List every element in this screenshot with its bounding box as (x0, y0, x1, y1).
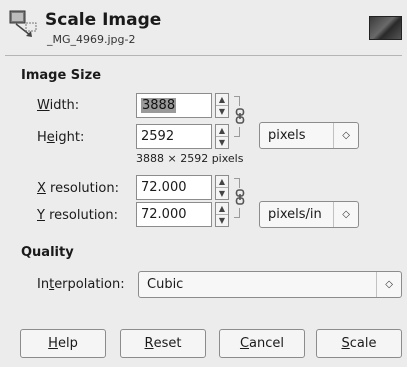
scale-image-icon (8, 8, 38, 38)
reset-mnemonic: R (144, 336, 154, 351)
y-resolution-spinner[interactable]: ▲ ▼ (215, 202, 229, 227)
dialog-title: Scale Image (45, 10, 162, 30)
image-name: _MG_4969.jpg-2 (47, 33, 136, 46)
combo-arrow-icon: ◇ (333, 202, 350, 227)
interp-label-rest: erpolation: (54, 277, 125, 292)
height-label-mnemonic: e (46, 130, 55, 145)
image-size-heading: Image Size (21, 68, 102, 83)
width-spinner[interactable]: ▲ ▼ (215, 93, 229, 118)
resolution-unit-value: pixels/in (268, 207, 322, 222)
size-in-pixels-note: 3888 × 2592 pixels (136, 152, 244, 165)
reset-button[interactable]: Reset (120, 329, 206, 358)
header-divider (5, 55, 402, 56)
x-resolution-spinner[interactable]: ▲ ▼ (215, 175, 229, 200)
yres-value: 72.000 (141, 207, 187, 222)
chain-bracket-top (234, 178, 240, 188)
chain-bracket-bottom (234, 127, 240, 137)
scale-label-rest: cale (349, 336, 377, 351)
spin-down-icon[interactable]: ▼ (216, 137, 228, 148)
cancel-mnemonic: C (239, 336, 250, 351)
xres-value: 72.000 (141, 180, 187, 195)
combo-arrow-icon: ◇ (333, 123, 350, 148)
xres-label-rest: resolution: (45, 181, 119, 196)
scale-mnemonic: S (341, 336, 350, 351)
spin-down-icon[interactable]: ▼ (216, 106, 228, 117)
spin-down-icon[interactable]: ▼ (216, 215, 228, 226)
cancel-button[interactable]: Cancel (219, 329, 305, 358)
chain-bracket-top (234, 96, 240, 106)
yres-mnemonic: Y (37, 208, 45, 223)
height-spinner[interactable]: ▲ ▼ (215, 124, 229, 149)
yres-label-rest: resolution: (44, 208, 119, 223)
spin-up-icon[interactable]: ▲ (216, 203, 228, 215)
interpolation-label: Interpolation: (37, 277, 125, 292)
interpolation-value: Cubic (147, 277, 184, 292)
xres-mnemonic: X (37, 181, 46, 196)
help-button[interactable]: Help (20, 329, 106, 358)
y-resolution-field[interactable]: 72.000 (136, 202, 212, 227)
spin-up-icon[interactable]: ▲ (216, 176, 228, 188)
interpolation-combo[interactable]: Cubic ◇ (138, 271, 402, 298)
spin-up-icon[interactable]: ▲ (216, 125, 228, 137)
width-label: Width: (37, 98, 79, 113)
width-label-rest: idth: (49, 98, 80, 113)
image-thumbnail (369, 16, 402, 40)
cancel-label-rest: ancel (249, 336, 285, 351)
combo-arrow-icon: ◇ (376, 272, 393, 297)
chain-bracket-bottom (234, 208, 240, 218)
unit-value: pixels (268, 128, 306, 143)
width-value: 3888 (141, 98, 177, 113)
help-label-rest: elp (57, 336, 78, 351)
scale-button[interactable]: Scale (316, 329, 402, 358)
y-resolution-label: Y resolution: (37, 208, 118, 223)
height-value: 2592 (141, 129, 175, 144)
reset-label-rest: eset (153, 336, 182, 351)
width-field[interactable]: 3888 (136, 93, 212, 118)
help-mnemonic: H (48, 336, 58, 351)
height-label-pre: H (37, 130, 47, 145)
height-field[interactable]: 2592 (136, 124, 212, 149)
spin-down-icon[interactable]: ▼ (216, 188, 228, 199)
spin-up-icon[interactable]: ▲ (216, 94, 228, 106)
resolution-unit-combo[interactable]: pixels/in ◇ (259, 201, 359, 228)
chain-link-icon[interactable] (235, 108, 245, 128)
width-label-mnemonic: W (37, 98, 50, 113)
quality-heading: Quality (21, 245, 74, 260)
interp-label-pre: In (37, 277, 50, 292)
unit-combo[interactable]: pixels ◇ (259, 122, 359, 149)
chain-link-icon[interactable] (235, 189, 245, 209)
x-resolution-label: X resolution: (37, 181, 119, 196)
x-resolution-field[interactable]: 72.000 (136, 175, 212, 200)
height-label: Height: (37, 130, 84, 145)
height-label-rest: ight: (54, 130, 85, 145)
